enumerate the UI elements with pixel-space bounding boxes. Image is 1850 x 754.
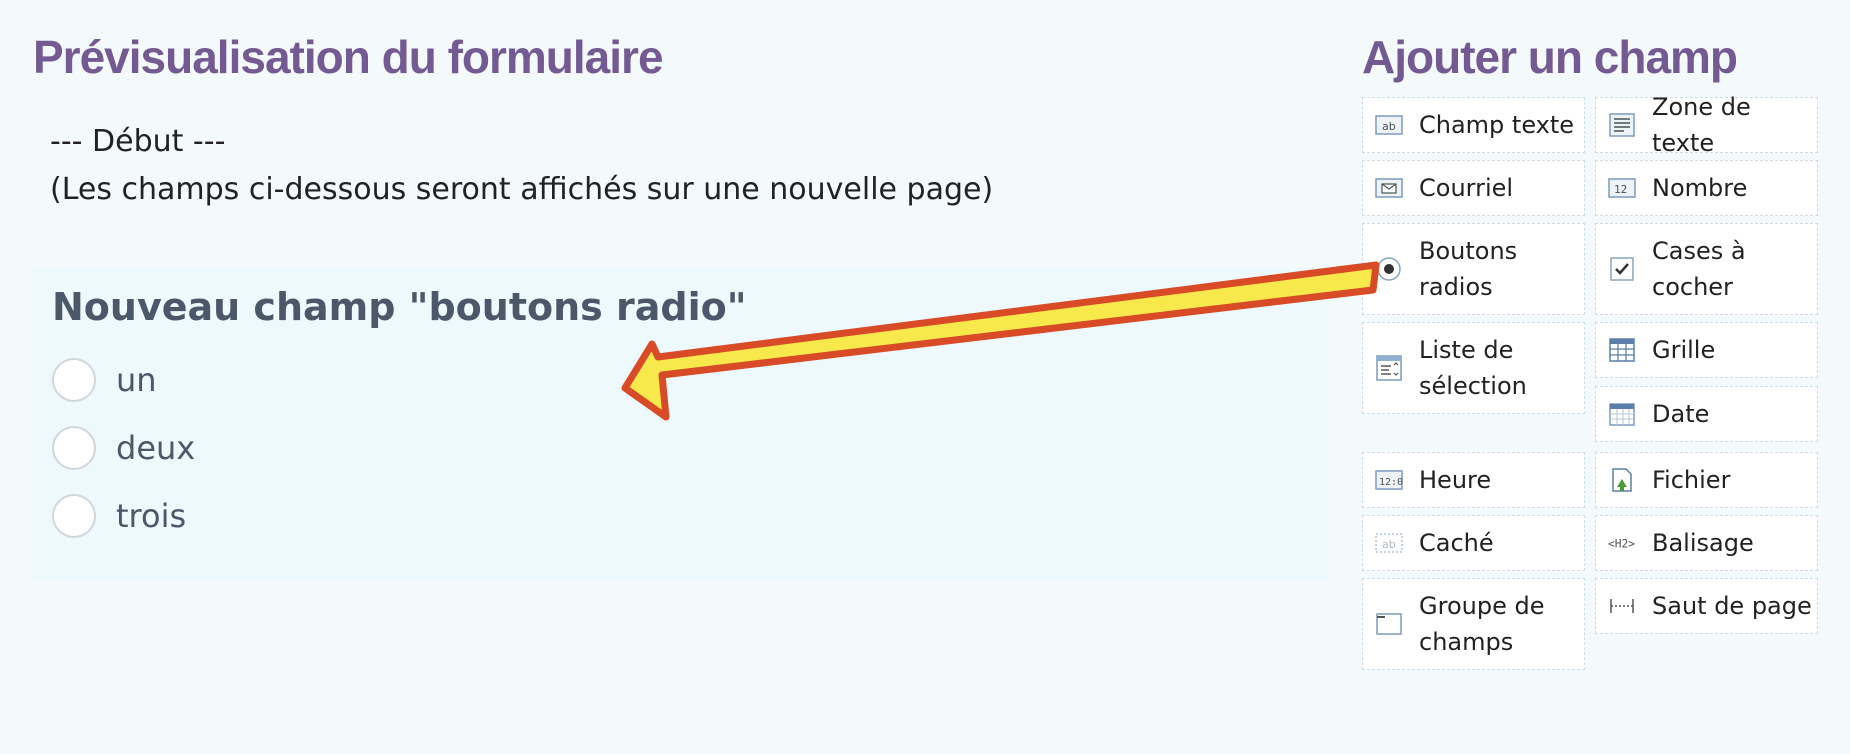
svg-text:12: 12 [1614, 183, 1627, 196]
page-break-icon [1608, 592, 1636, 620]
add-grid-button[interactable]: Grille [1595, 322, 1818, 378]
radio-option-un[interactable]: un [52, 356, 157, 404]
email-icon [1375, 174, 1403, 202]
tile-label: Liste de sélection [1419, 336, 1527, 400]
tile-label: Champ texte [1419, 111, 1575, 139]
calendar-icon [1608, 400, 1636, 428]
tile-label: Saut de page [1652, 592, 1812, 620]
add-hidden-field-button[interactable]: ab Caché [1362, 515, 1585, 571]
section-intro: --- Début --- (Les champs ci-dessous ser… [50, 118, 993, 214]
add-time-button[interactable]: 12:0 Heure [1362, 452, 1585, 508]
tile-label: Balisage [1652, 529, 1754, 557]
file-upload-icon [1608, 466, 1636, 494]
radio-button[interactable] [52, 358, 96, 402]
svg-text:ab: ab [1382, 538, 1396, 551]
checkbox-icon [1608, 255, 1636, 283]
number-icon: 12 [1608, 174, 1636, 202]
radio-button[interactable] [52, 494, 96, 538]
tile-label: Grille [1652, 336, 1716, 364]
add-select-list-button[interactable]: Liste de sélection [1362, 322, 1585, 414]
add-markup-button[interactable]: <H2> Balisage [1595, 515, 1818, 571]
radio-option-label: un [116, 361, 157, 399]
section-start-marker: --- Début --- [50, 124, 226, 159]
tile-label: Cases à cocher [1652, 237, 1746, 301]
svg-text:<H2>: <H2> [1608, 538, 1635, 551]
add-checkboxes-button[interactable]: Cases à cocher [1595, 223, 1818, 315]
tile-label: Nombre [1652, 174, 1748, 202]
radio-option-deux[interactable]: deux [52, 424, 195, 472]
tile-label: Zone de texte [1652, 93, 1751, 157]
radio-icon [1375, 255, 1403, 283]
radio-option-trois[interactable]: trois [52, 492, 186, 540]
tile-label: Caché [1419, 529, 1494, 557]
add-number-button[interactable]: 12 Nombre [1595, 160, 1818, 216]
tile-label: Fichier [1652, 466, 1731, 494]
add-field-title: Ajouter un champ [1362, 31, 1738, 83]
fieldset-icon [1375, 610, 1403, 638]
time-icon: 12:0 [1375, 466, 1403, 494]
hidden-field-icon: ab [1375, 529, 1403, 557]
add-email-button[interactable]: Courriel [1362, 160, 1585, 216]
select-list-icon [1375, 354, 1403, 382]
page-break-note: (Les champs ci-dessous seront affichés s… [50, 172, 994, 207]
add-text-field-button[interactable]: ab Champ texte [1362, 97, 1585, 153]
add-radio-buttons-button[interactable]: Boutons radios [1362, 223, 1585, 315]
textarea-icon [1608, 111, 1636, 139]
radio-button[interactable] [52, 426, 96, 470]
add-fieldset-button[interactable]: Groupe de champs [1362, 578, 1585, 670]
radio-option-label: trois [116, 497, 187, 535]
tile-label: Date [1652, 400, 1710, 428]
grid-icon [1608, 336, 1636, 364]
svg-text:12:0: 12:0 [1379, 477, 1403, 488]
radio-field-title: Nouveau champ "boutons radio" [52, 285, 747, 329]
radio-option-label: deux [116, 429, 196, 467]
svg-text:ab: ab [1382, 120, 1396, 133]
tile-label: Boutons radios [1419, 237, 1518, 301]
markup-icon: <H2> [1608, 529, 1636, 557]
form-preview-title: Prévisualisation du formulaire [33, 31, 664, 83]
radio-field-preview[interactable]: Nouveau champ "boutons radio" un deux tr… [33, 267, 1328, 580]
tile-label: Heure [1419, 466, 1492, 494]
tile-label: Groupe de champs [1419, 592, 1545, 656]
add-date-button[interactable]: Date [1595, 386, 1818, 442]
add-page-break-button[interactable]: Saut de page [1595, 578, 1818, 634]
add-textarea-button[interactable]: Zone de texte [1595, 93, 1818, 157]
add-file-button[interactable]: Fichier [1595, 452, 1818, 508]
text-field-icon: ab [1375, 111, 1403, 139]
tile-label: Courriel [1419, 174, 1514, 202]
